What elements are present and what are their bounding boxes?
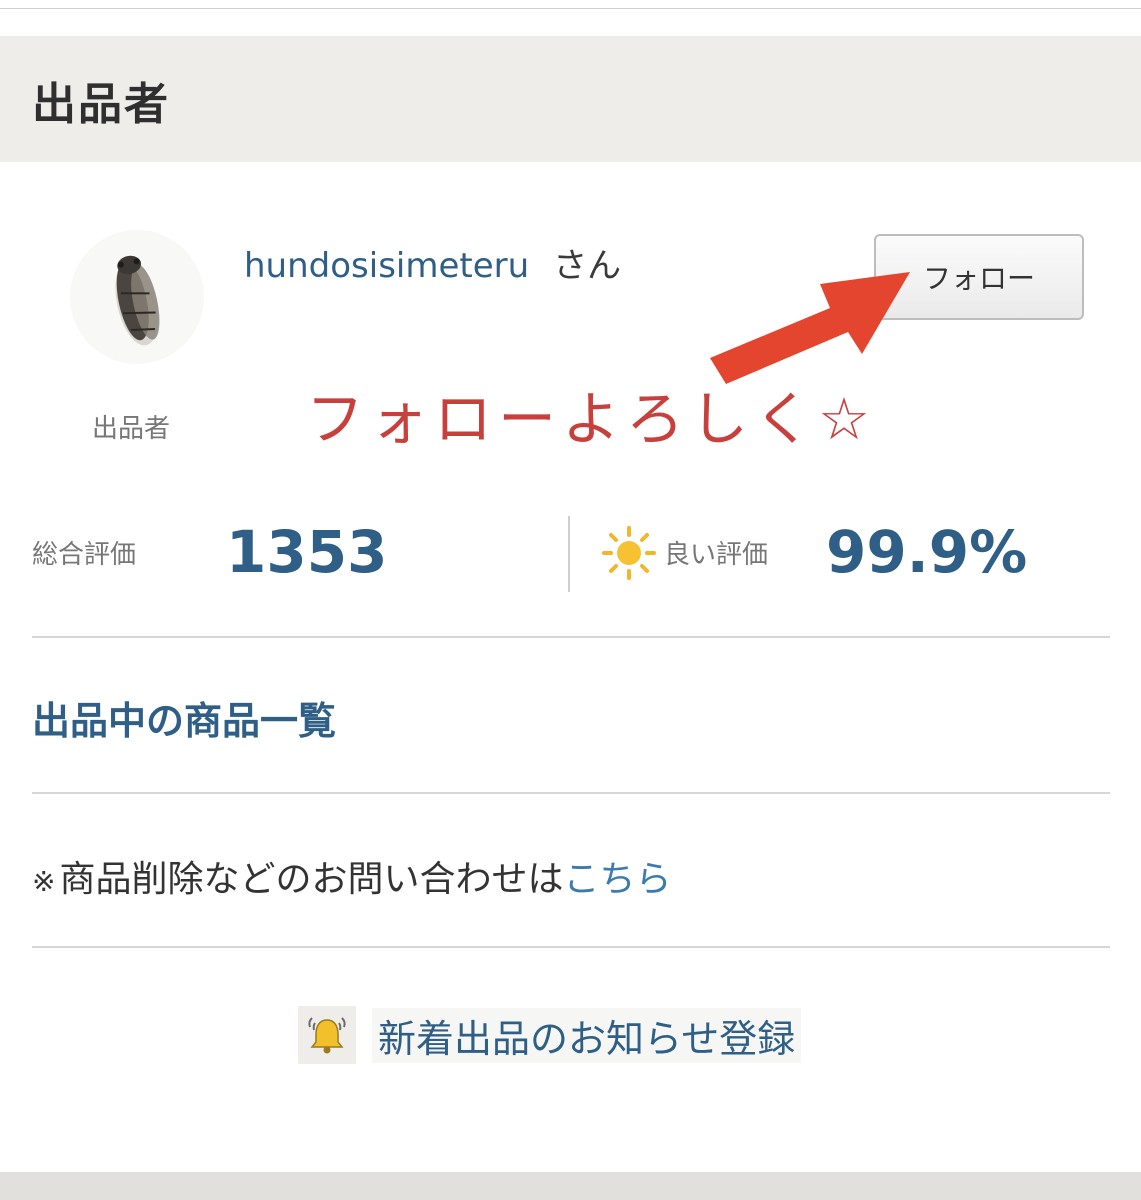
contact-link[interactable]: こちら <box>563 859 671 900</box>
notify-row[interactable]: 新着出品のお知らせ登録 <box>298 1006 802 1064</box>
rating-divider <box>568 516 570 592</box>
seller-name-link[interactable]: hundosisimeteru <box>244 246 529 286</box>
good-rating-label: 良い評価 <box>664 540 769 570</box>
total-rating-value[interactable]: 1353 <box>226 518 387 586</box>
sun-icon <box>602 526 656 580</box>
divider <box>32 792 1110 794</box>
total-rating-label: 総合評価 <box>32 540 137 570</box>
bottom-section-band <box>0 1172 1141 1200</box>
listings-link[interactable]: 出品中の商品一覧 <box>32 690 336 745</box>
contact-text: 商品削除などのお問い合わせは <box>59 859 564 900</box>
follow-button-label: フォロー <box>922 262 1035 295</box>
notify-link[interactable]: 新着出品のお知らせ登録 <box>372 1007 802 1063</box>
seller-name-row: hundosisimeteru さん <box>244 238 621 287</box>
section-title: 出品者 <box>32 79 170 130</box>
top-divider <box>0 8 1141 9</box>
section-header <box>0 36 1141 162</box>
contact-row: ※ 商品削除などのお問い合わせはこちら <box>32 850 672 902</box>
good-rating-value: 99.9% <box>826 518 1028 586</box>
note-mark: ※ <box>32 865 56 898</box>
seller-avatar[interactable] <box>70 230 204 364</box>
seller-name-suffix: さん <box>553 246 622 286</box>
divider <box>32 946 1110 948</box>
bell-icon-box <box>298 1006 356 1064</box>
annotation-text: フォローよろしく☆ <box>306 385 876 453</box>
cicada-avatar-icon <box>115 255 160 346</box>
bell-icon <box>308 1017 346 1054</box>
divider <box>32 636 1110 638</box>
seller-role-label: 出品者 <box>92 414 171 444</box>
